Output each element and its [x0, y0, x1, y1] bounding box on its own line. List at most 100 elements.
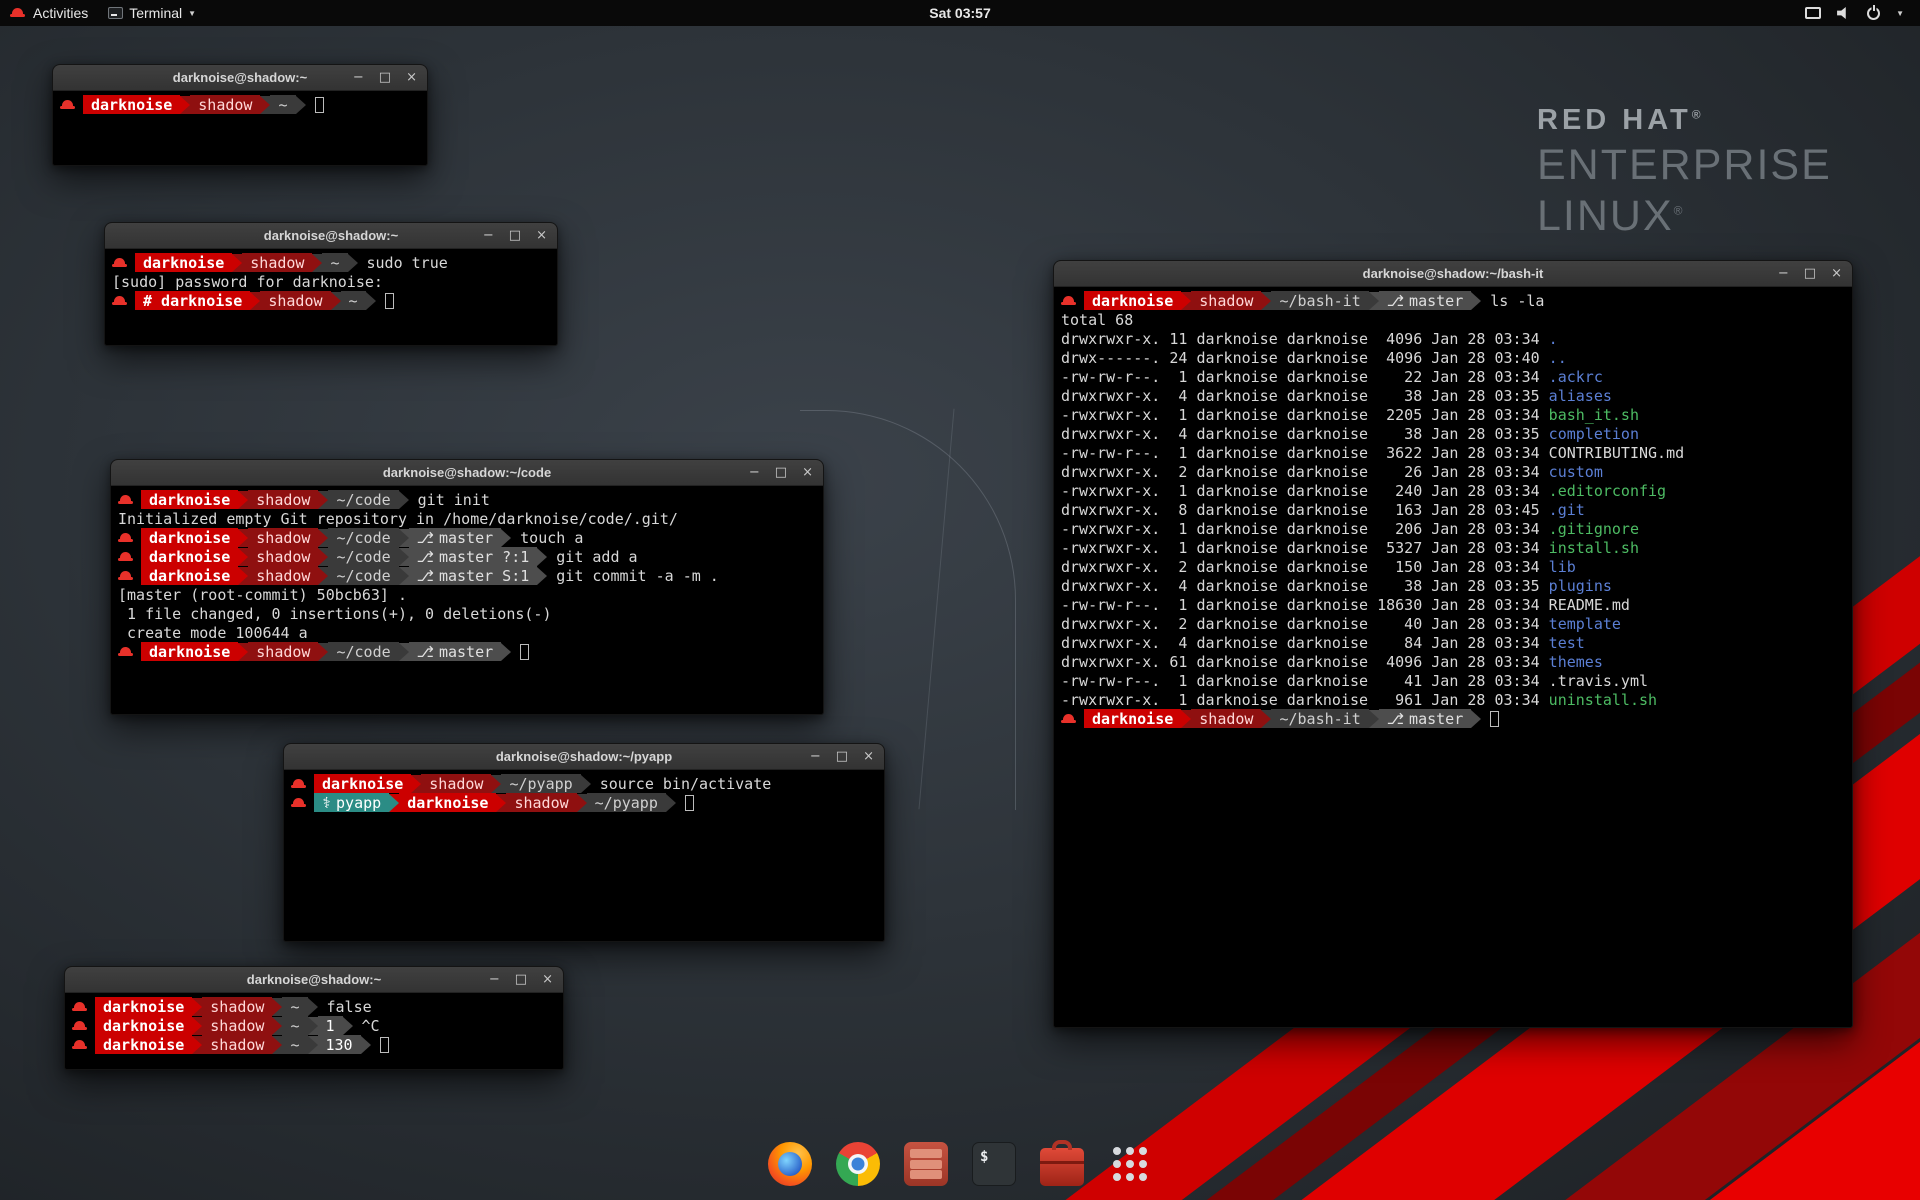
powerline-separator-icon — [272, 1036, 282, 1054]
terminal-text: -rwxrwxr-x. 1 darknoise darknoise 240 Ja… — [1061, 482, 1549, 500]
terminal-cursor — [315, 97, 324, 113]
hat-dome-shape — [74, 1002, 85, 1008]
terminal-content[interactable]: darknoiseshadow~falsedarknoiseshadow~1^C… — [65, 993, 563, 1069]
maximize-button[interactable]: □ — [836, 750, 848, 763]
file-manager-icon[interactable] — [904, 1142, 948, 1186]
prompt-segment-path: ~/bash-it — [1271, 709, 1368, 728]
powerline-separator-icon — [537, 567, 547, 585]
terminal-line: -rwxrwxr-x. 1 darknoise darknoise 240 Ja… — [1061, 481, 1845, 500]
terminal-line: drwxrwxr-x. 4 darknoise darknoise 38 Jan… — [1061, 386, 1845, 405]
top-bar-left: Activities Terminal ▼ — [0, 0, 206, 26]
terminal-text: .. — [1549, 349, 1567, 367]
grid-dot — [1126, 1173, 1134, 1181]
close-button[interactable]: × — [406, 71, 417, 84]
window-controls: − □ × — [749, 460, 813, 485]
window-titlebar[interactable]: darknoise@shadow:~−□× — [53, 65, 427, 91]
terminal-line: darknoiseshadow~/bash-it⎇masterls -la — [1061, 291, 1845, 310]
window-titlebar[interactable]: darknoise@shadow:~−□× — [65, 967, 563, 993]
minimize-button[interactable]: − — [353, 71, 364, 84]
window-titlebar[interactable]: darknoise@shadow:~/pyapp − □ × — [284, 744, 884, 770]
prompt-segment-host: shadow — [1191, 291, 1261, 310]
minimize-button[interactable]: − — [1778, 267, 1789, 280]
window-titlebar[interactable]: darknoise@shadow:~−□× — [105, 223, 557, 249]
prompt-segment-path: ~/pyapp — [587, 793, 666, 812]
firefox-icon[interactable] — [768, 1142, 812, 1186]
terminal-content[interactable]: darknoiseshadow~ — [53, 91, 427, 165]
system-status-area[interactable]: ▼ — [1805, 0, 1920, 26]
hat-dome-shape — [74, 1021, 85, 1027]
minimize-button[interactable]: − — [489, 973, 500, 986]
terminal-line: [master (root-commit) 50bcb63] . — [118, 585, 816, 604]
hat-dome-shape — [120, 533, 131, 539]
powerline-separator-icon — [1181, 292, 1191, 310]
window-titlebar[interactable]: darknoise@shadow:~/code−□× — [111, 460, 823, 486]
terminal-content[interactable]: darknoiseshadow~sudo true[sudo] password… — [105, 249, 557, 345]
redhat-prompt-icon — [72, 1020, 88, 1032]
terminal-cursor — [380, 1037, 389, 1053]
maximize-button[interactable]: □ — [515, 973, 527, 986]
terminal-text: Initialized empty Git repository in /hom… — [118, 510, 678, 528]
terminal-text: template — [1549, 615, 1621, 633]
terminal-line: drwx------. 24 darknoise darknoise 4096 … — [1061, 348, 1845, 367]
terminal-app-icon[interactable]: $ — [972, 1142, 1016, 1186]
redhat-prompt-icon — [112, 257, 128, 269]
prompt-segment-host: shadow — [190, 95, 260, 114]
drawer-shape — [910, 1170, 942, 1179]
prompt-segment-host: shadow — [421, 774, 491, 793]
close-button[interactable]: × — [1831, 267, 1842, 280]
redhat-prompt-icon — [118, 646, 134, 658]
terminal-text: drwxrwxr-x. 4 darknoise darknoise 38 Jan… — [1061, 387, 1549, 405]
powerline-separator-icon — [318, 529, 328, 547]
prompt-segment-path: ~/code — [328, 547, 398, 566]
powerline-separator-icon — [192, 998, 202, 1016]
chrome-icon[interactable] — [836, 1142, 880, 1186]
close-button[interactable]: × — [863, 750, 874, 763]
hat-dome-shape — [1063, 714, 1074, 720]
terminal-content[interactable]: darknoiseshadow~/pyappsource bin/activat… — [284, 770, 884, 941]
close-button[interactable]: × — [536, 229, 547, 242]
minimize-button[interactable]: − — [483, 229, 494, 242]
terminal-text: drwxrwxr-x. 2 darknoise darknoise 40 Jan… — [1061, 615, 1549, 633]
hat-dome-shape — [62, 100, 73, 106]
terminal-cursor — [1490, 711, 1499, 727]
window-titlebar[interactable]: darknoise@shadow:~/bash-it−□× — [1054, 261, 1852, 287]
close-button[interactable]: × — [802, 466, 813, 479]
hat-dome-shape — [120, 495, 131, 501]
display-icon[interactable] — [1805, 7, 1821, 19]
toolbox-icon[interactable] — [1040, 1148, 1084, 1186]
terminal-text: -rw-rw-r--. 1 darknoise darknoise 41 Jan… — [1061, 672, 1549, 690]
power-icon[interactable] — [1867, 7, 1880, 20]
maximize-button[interactable]: □ — [379, 71, 391, 84]
maximize-button[interactable]: □ — [1804, 267, 1816, 280]
maximize-button[interactable]: □ — [775, 466, 787, 479]
minimize-button[interactable]: − — [749, 466, 760, 479]
activities-button[interactable]: Activities — [0, 0, 98, 26]
terminal-line: ⚕pyappdarknoiseshadow~/pyapp — [291, 793, 877, 812]
maximize-button[interactable]: □ — [509, 229, 521, 242]
window-title: darknoise@shadow:~/pyapp — [496, 749, 672, 764]
powerline-separator-icon — [180, 96, 190, 114]
minimize-button[interactable]: − — [810, 750, 821, 763]
volume-icon[interactable] — [1837, 7, 1851, 20]
prompt-segment-user: darknoise — [141, 490, 238, 509]
close-button[interactable]: × — [542, 973, 553, 986]
hat-brim-shape — [291, 785, 306, 788]
powerline-separator-icon — [348, 254, 358, 272]
prompt-segment-host: shadow — [248, 642, 318, 661]
app-grid-icon[interactable] — [1108, 1142, 1152, 1186]
terminal-line: -rw-rw-r--. 1 darknoise darknoise 3622 J… — [1061, 443, 1845, 462]
hat-dome-shape — [114, 296, 125, 302]
powerline-separator-icon — [501, 529, 511, 547]
app-menu-terminal[interactable]: Terminal ▼ — [98, 0, 206, 26]
terminal-text: .editorconfig — [1549, 482, 1666, 500]
terminal-text: drwxrwxr-x. 8 darknoise darknoise 163 Ja… — [1061, 501, 1549, 519]
terminal-window-code: darknoise@shadow:~/code−□×darknoiseshado… — [110, 459, 824, 715]
prompt-segment-path: ~ — [322, 253, 347, 272]
clock[interactable]: Sat 03:57 — [929, 5, 990, 21]
prompt-segment-user: darknoise — [141, 547, 238, 566]
terminal-content[interactable]: darknoiseshadow~/codegit initInitialized… — [111, 486, 823, 714]
prompt-segment-host: shadow — [248, 547, 318, 566]
terminal-content[interactable]: darknoiseshadow~/bash-it⎇masterls -latot… — [1054, 287, 1852, 1027]
hat-brim-shape — [118, 501, 133, 504]
terminal-text: plugins — [1549, 577, 1612, 595]
